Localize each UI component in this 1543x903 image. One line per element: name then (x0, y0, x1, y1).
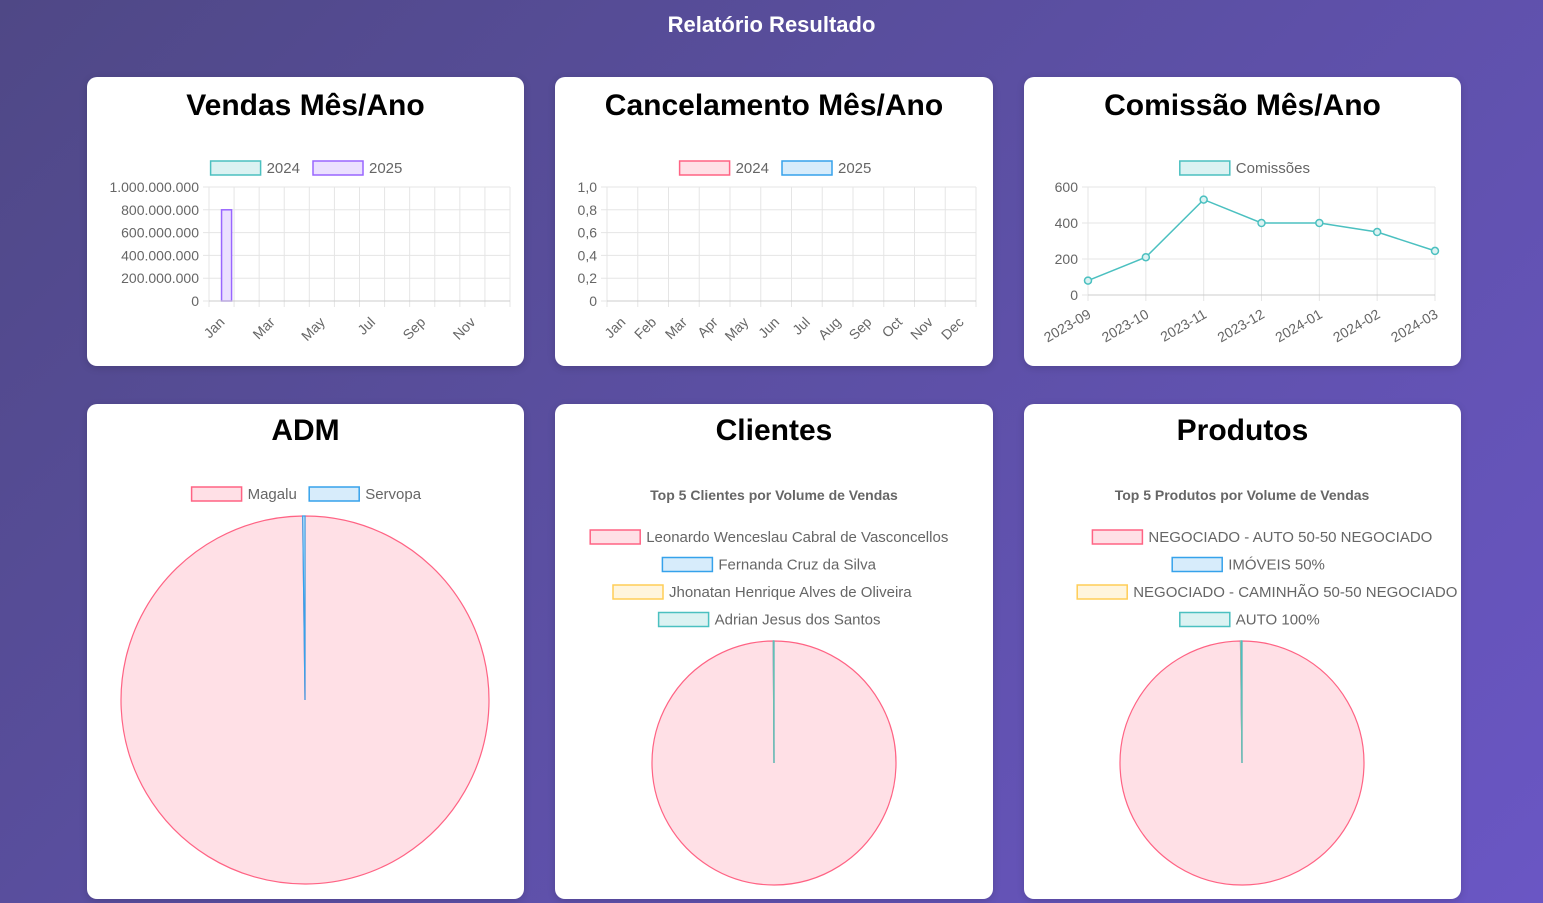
x-tick-label: Nov (450, 314, 479, 343)
y-tick-label: 0,6 (578, 225, 598, 241)
data-point (1430, 246, 1440, 256)
legend-swatch (308, 486, 360, 502)
legend-label: Leonardo Wenceslau Cabral de Vasconcello… (646, 529, 948, 546)
y-tick-label: 1.000.000.000 (109, 179, 199, 195)
x-tick-label: Apr (694, 314, 721, 341)
y-tick-label: 400.000.000 (121, 247, 199, 263)
card-vendas: Vendas Mês/Ano 2024 2025 1.000.000.000 800.… (87, 77, 524, 366)
card-clientes: Clientes Top 5 Clientes por Volume de Ve… (555, 404, 993, 899)
data-point (1141, 252, 1151, 262)
y-tick-label: 800.000.000 (121, 202, 199, 218)
x-tick-label: Feb (631, 314, 660, 343)
y-tick-label: 400 (1055, 215, 1079, 231)
data-point (1083, 276, 1093, 285)
legend-label: IMÓVEIS 50% (1228, 557, 1325, 574)
x-tick-label: Aug (815, 314, 844, 343)
x-tick-label: 2023-10 (1099, 306, 1152, 346)
legend-label: NEGOCIADO - CAMINHÃO 50-50 NEGOCIADO (1133, 584, 1457, 601)
x-tick-label: Dec (938, 314, 967, 343)
x-tick-label: 2023-11 (1158, 306, 1210, 345)
legend-label: 2024 (267, 160, 300, 177)
chart-clientes: Top 5 Clientes por Volume de Vendas Leona… (589, 487, 948, 886)
x-tick-label: Sep (846, 314, 875, 343)
legend-label: Magalu (248, 486, 297, 503)
x-tick-label: 2024-01 (1272, 306, 1325, 346)
legend-swatch (657, 611, 710, 628)
page-title: Relatório Resultado (667, 12, 876, 37)
chart-subtitle: Top 5 Produtos por Volume de Vendas (1115, 487, 1370, 503)
legend-swatch (209, 160, 262, 176)
data-point (1257, 218, 1266, 228)
data-point (1372, 227, 1382, 237)
bar (220, 209, 233, 302)
x-tick-label: Sep (399, 314, 428, 343)
legend-label: Servopa (365, 486, 422, 503)
y-tick-label: 0 (1070, 287, 1078, 303)
y-tick-label: 0 (191, 293, 199, 309)
chart-cancelamento: 2024 20251,00,80,60,40,20Jan Feb Mar Apr May J… (578, 160, 977, 344)
legend-swatch (190, 486, 243, 502)
x-tick-label: 2024-02 (1330, 306, 1383, 346)
x-tick-label: May (721, 314, 751, 344)
card-adm: ADM Magalu Servopa (87, 404, 524, 899)
legend-swatch (1179, 160, 1231, 176)
legend-label: Adrian Jesus dos Santos (715, 612, 881, 629)
y-tick-label: 200.000.000 (121, 270, 199, 286)
legend-label: 2024 (736, 160, 769, 177)
legend-label: Comissões (1236, 160, 1310, 177)
x-tick-label: May (298, 314, 328, 344)
y-tick-label: 0 (589, 293, 597, 309)
legend-label: AUTO 100% (1236, 612, 1320, 629)
legend-label: 2025 (369, 160, 402, 177)
legend-label: Fernanda Cruz da Silva (718, 557, 876, 574)
legend-swatch (678, 160, 731, 176)
y-tick-label: 0,8 (578, 202, 598, 218)
legend-swatch (781, 160, 833, 176)
data-point (1315, 218, 1324, 228)
y-tick-label: 600.000.000 (121, 225, 199, 241)
pie-slice (1240, 640, 1243, 764)
legend-swatch (1171, 556, 1223, 573)
y-tick-label: 1,0 (578, 179, 598, 195)
card-cancelamento: Cancelamento Mês/Ano 2024 2025 1,0 0,8 0,6 0,… (555, 77, 993, 366)
card-comissao: Comissão Mês/Ano Comissões 600 400 200 0 2023… (1024, 77, 1461, 366)
legend-swatch (661, 556, 714, 573)
y-tick-label: 0,4 (578, 247, 598, 263)
legend-swatch (1091, 529, 1144, 545)
chart-adm: Magalu Servopa (120, 486, 490, 885)
x-tick-label: Jul (789, 314, 813, 338)
x-tick-label: Jun (755, 314, 782, 341)
legend-swatch (1179, 611, 1231, 628)
y-tick-label: 0,2 (578, 270, 598, 286)
chart-comissao: Comissões 600 400 200 0 2023-09 2023-10 2023-11… (1041, 160, 1441, 346)
chart-produtos: Top 5 Produtos por Volume de Vendas NEGOC… (1076, 487, 1457, 886)
chart-subtitle: Top 5 Clientes por Volume de Vendas (650, 487, 898, 503)
legend-swatch (612, 584, 664, 600)
card-produtos: Produtos Top 5 Produtos por Volume de Ve… (1024, 404, 1461, 899)
y-tick-label: 200 (1055, 251, 1079, 267)
legend-swatch (1076, 584, 1128, 600)
x-tick-label: Mar (662, 314, 691, 343)
legend-swatch (312, 160, 364, 176)
legend-label: NEGOCIADO - AUTO 50-50 NEGOCIADO (1148, 529, 1432, 546)
x-tick-label: Nov (907, 314, 936, 343)
legend-swatch (589, 529, 641, 545)
x-tick-label: 2024-03 (1388, 306, 1441, 346)
x-tick-label: Jul (354, 314, 378, 338)
x-tick-label: Mar (249, 314, 278, 343)
data-point (1199, 195, 1208, 204)
legend-label: Jhonatan Henrique Alves de Oliveira (669, 584, 912, 601)
x-tick-label: 2023-12 (1214, 306, 1267, 346)
x-tick-label: 2023-09 (1041, 306, 1094, 346)
y-tick-label: 600 (1055, 179, 1079, 195)
x-tick-label: Oct (879, 314, 906, 341)
chart-vendas: 2024 2025 1.000.000.000 800.000.000 600.000.… (109, 160, 511, 344)
x-tick-label: Jan (200, 314, 227, 341)
x-tick-label: Jan (601, 314, 628, 341)
legend-label: 2025 (838, 160, 871, 177)
